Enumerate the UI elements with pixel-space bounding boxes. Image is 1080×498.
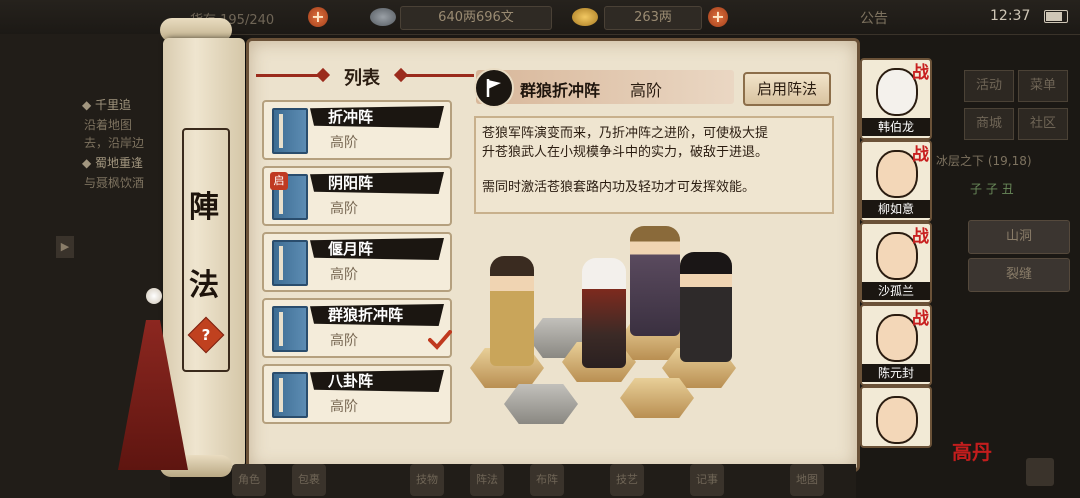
nav-tab[interactable]: 记事 [690,464,724,496]
gold-icon [572,8,598,26]
flag-icon [474,68,514,108]
description-line: 需同时激活苍狼套路内功及轻功才可发挥效能。 [482,180,756,195]
formation-name: 八卦阵 [310,370,444,392]
formation-tier: 高阶 [330,201,358,217]
menu-shop[interactable]: 商城 [964,108,1014,140]
nav-tab[interactable]: 阵法 [470,464,504,496]
help-label: ? [201,326,211,344]
description-line: 苍狼军阵演变而来，乃折冲阵之进阶，可使极大提 [482,126,769,141]
formation-name: 阴阳阵 [310,172,444,194]
formation-item[interactable]: 折冲阵 高阶 [262,100,452,160]
book-icon [272,372,308,418]
menu-main[interactable]: 菜单 [1018,70,1068,102]
activate-formation-button[interactable]: 启用阵法 [743,72,831,106]
nav-tab[interactable]: 技物 [410,464,444,496]
corner-stamp: 高丹 [952,440,992,464]
checkmark-icon [428,330,452,350]
book-icon [272,240,308,286]
formation-board [470,222,750,442]
location-cave-button[interactable]: 山洞 [968,220,1070,254]
quest-title-1[interactable]: ◆ 千里追 [82,96,131,113]
quest-title-2[interactable]: ◆ 蜀地重逢 [82,154,143,171]
hex-tile [620,378,694,418]
battery-icon [1044,10,1068,23]
gold-amount: 263两 [604,6,702,30]
roster-portrait[interactable] [860,386,932,448]
scroll-title-char: 法 [189,268,219,303]
book-icon [272,108,308,154]
formation-name: 偃月阵 [310,238,444,260]
expand-arrow-icon[interactable]: ▶ [56,236,74,258]
detail-formation-name: 群狼折冲阵 [520,81,601,100]
nav-tab[interactable]: 角色 [232,464,266,496]
battle-mark: 战 [912,309,929,329]
clock-text: 12:37 [990,8,1031,24]
formation-name: 群狼折冲阵 [310,304,444,326]
location-label: 冰层之下 (19,18) [936,154,1032,168]
formation-tier: 高阶 [330,267,358,283]
header-ornament-right [404,74,474,77]
detail-formation-tier: 高阶 [630,81,663,100]
roster-name: 柳如意 [862,200,930,218]
description-line: 升苍狼武人在小规模争斗中的实力，破敌于进退。 [482,145,769,160]
nav-tab[interactable]: 地图 [790,464,824,496]
roster-name: 陈元封 [862,364,930,382]
formation-tier: 高阶 [330,135,358,151]
roster-name: 韩伯龙 [862,118,930,136]
add-storage-button[interactable]: + [308,7,328,27]
detail-header [476,70,734,104]
coord-label: 子 子 丑 [970,182,1014,196]
formation-item-selected[interactable]: 群狼折冲阵 高阶 [262,298,452,358]
battle-mark: 战 [912,145,929,165]
character-figure [680,252,732,362]
tassel-bead [146,288,162,304]
list-title: 列表 [344,68,380,89]
active-badge: 启 [270,172,288,190]
announcement-button[interactable]: 公告 [860,8,888,28]
quest-line: 沿着地图 [84,118,133,132]
silver-amount: 640两696文 [400,6,552,30]
location-crack-button[interactable]: 裂缝 [968,258,1070,292]
quest-line: 与聂枫饮酒 [84,176,145,190]
settings-icon[interactable] [1026,458,1054,486]
menu-community[interactable]: 社区 [1018,108,1068,140]
silver-icon [370,8,396,26]
add-gold-button[interactable]: + [708,7,728,27]
character-face [876,396,918,444]
menu-activity[interactable]: 活动 [964,70,1014,102]
book-icon [272,306,308,352]
nav-tab[interactable]: 技艺 [610,464,644,496]
formation-tier: 高阶 [330,333,358,349]
nav-tab[interactable]: 布阵 [530,464,564,496]
hex-tile [504,384,578,424]
scroll-title-char: 陣 [189,190,219,225]
battle-mark: 战 [912,227,929,247]
nav-tab[interactable]: 包裹 [292,464,326,496]
formation-item[interactable]: 启 阴阳阵 高阶 [262,166,452,226]
roster-name: 沙孤兰 [862,282,930,300]
character-figure [490,256,534,366]
character-figure [630,226,680,336]
character-figure [582,258,626,368]
formation-item[interactable]: 偃月阵 高阶 [262,232,452,292]
formation-item[interactable]: 八卦阵 高阶 [262,364,452,424]
formation-tier: 高阶 [330,399,358,415]
quest-line: 去，沿岸边 [84,136,145,150]
battle-mark: 战 [912,63,929,83]
formation-name: 折冲阵 [310,106,444,128]
